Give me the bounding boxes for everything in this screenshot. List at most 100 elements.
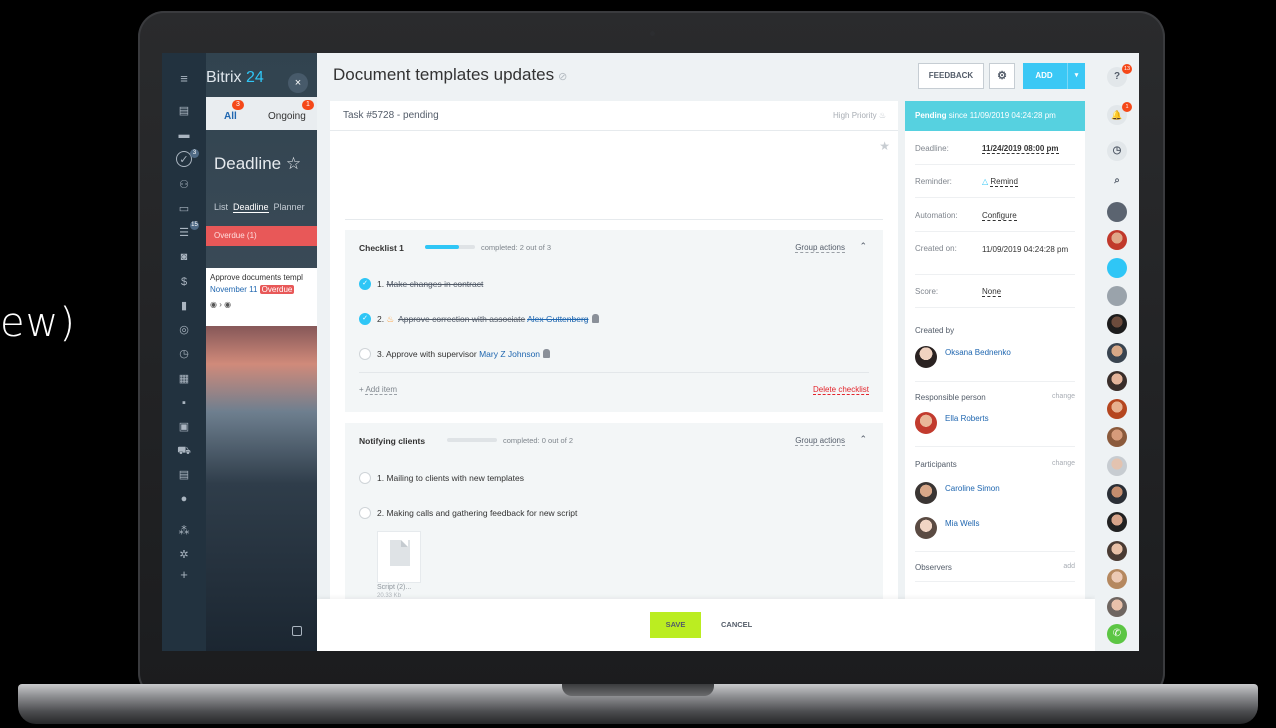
tab-planner[interactable]: Planner [274, 202, 305, 212]
checklist-name[interactable]: Checklist 1 [359, 243, 404, 253]
sites-icon[interactable]: ◎ [176, 322, 192, 338]
remind-link[interactable]: △ Remind [982, 177, 1018, 187]
avatar[interactable] [1107, 258, 1127, 278]
checklist-header: Notifying clients completed: 0 out of 2 … [345, 423, 883, 459]
analytics-icon[interactable]: ▮ [176, 298, 192, 314]
page-heading: Deadline ☆ [214, 154, 302, 173]
tab-deadline[interactable]: Deadline [233, 202, 269, 213]
printer-icon[interactable] [292, 626, 302, 636]
deadline-value[interactable]: 11/24/2019 08:00 pm [982, 144, 1059, 154]
priority-toggle[interactable]: High Priority ♨ [833, 101, 886, 131]
filter-tabs: 3 All 1 Ongoing [206, 97, 317, 130]
divider [915, 381, 1075, 382]
participant-name[interactable]: Caroline Simon [945, 484, 1000, 493]
participant[interactable]: Caroline Simon [915, 482, 1075, 504]
add-observer-link[interactable]: add [1063, 563, 1075, 570]
user-link[interactable]: Alex Guttenberg [527, 314, 588, 324]
divider [915, 197, 1075, 198]
avatar[interactable] [1107, 597, 1127, 617]
task-card-date: November 11 Overdue [210, 285, 295, 294]
menu-icon[interactable]: ≡ [176, 71, 192, 87]
checkbox-icon[interactable] [359, 507, 371, 519]
chat-icon[interactable]: ▬ [176, 127, 192, 143]
file-attachment[interactable] [377, 531, 421, 583]
drive-icon[interactable]: ◙ [176, 249, 192, 265]
chevron-down-icon[interactable]: ▾ [1067, 63, 1085, 89]
tab-ongoing[interactable]: Ongoing [268, 111, 306, 122]
file-name[interactable]: Script (2)... [377, 584, 411, 591]
responsible-name[interactable]: Ella Roberts [945, 414, 989, 423]
change-responsible-link[interactable]: change [1052, 393, 1075, 400]
bell-outline-icon: △ [982, 177, 989, 186]
checkbox-checked-icon[interactable]: ✓ [359, 313, 371, 325]
avatar[interactable] [1107, 456, 1127, 476]
creator[interactable]: Oksana Bednenko [915, 346, 1075, 368]
crm-icon[interactable]: $ [176, 274, 192, 290]
contact-center-icon[interactable]: ▦ [176, 371, 192, 387]
creator-name[interactable]: Oksana Bednenko [945, 348, 1011, 357]
task-card[interactable]: Approve documents templ November 11 Over… [206, 268, 317, 326]
avatar[interactable] [1107, 314, 1127, 334]
avatar[interactable] [1107, 371, 1127, 391]
participant[interactable]: Mia Wells [915, 517, 1075, 539]
marketing-icon[interactable]: ● [176, 491, 192, 507]
score-value[interactable]: None [982, 287, 1002, 297]
avatar[interactable] [1107, 202, 1127, 222]
avatar[interactable] [1107, 399, 1127, 419]
checklist-name[interactable]: Notifying clients [359, 436, 425, 446]
avatar[interactable] [1107, 512, 1127, 532]
automation-icon[interactable]: ⁂ [176, 523, 192, 539]
favorite-star-icon[interactable]: ★ [879, 139, 890, 153]
avatar[interactable] [1107, 569, 1127, 589]
collapse-chevron-icon[interactable]: ⌃ [859, 241, 867, 252]
clock-icon[interactable]: ◷ [1107, 141, 1127, 161]
tab-all[interactable]: All [224, 111, 237, 122]
feed-icon[interactable]: ▤ [176, 103, 192, 119]
avatar[interactable] [1107, 541, 1127, 561]
calendar-icon-2[interactable]: ▤ [176, 467, 192, 483]
flame-icon: ♨ [878, 111, 886, 120]
group-actions-link[interactable]: Group actions [795, 243, 845, 253]
add-icon[interactable]: + [176, 567, 192, 583]
task-slider: Document templates updates ⊘ FEEDBACK ⚙ A… [317, 53, 1095, 651]
delete-checklist-link[interactable]: Delete checklist [812, 385, 869, 395]
apps-icon[interactable]: ▪ [176, 395, 192, 411]
feedback-button[interactable]: FEEDBACK [918, 63, 984, 89]
divider [915, 274, 1075, 275]
avatar[interactable] [1107, 343, 1127, 363]
responsible[interactable]: Ella Roberts [915, 412, 1075, 434]
settings-button[interactable]: ⚙ [989, 63, 1015, 89]
checkbox-checked-icon[interactable]: ✓ [359, 278, 371, 290]
configure-link[interactable]: Configure [982, 211, 1017, 221]
avatar[interactable] [1107, 286, 1127, 306]
task-card-title: Approve documents templ [210, 273, 303, 282]
close-slider-button[interactable]: × [288, 73, 308, 93]
user-link[interactable]: Mary Z Johnson [479, 349, 540, 359]
save-button[interactable]: SAVE [650, 612, 701, 638]
store-icon[interactable]: ▣ [176, 419, 192, 435]
calendar-icon[interactable]: ▭ [176, 201, 192, 217]
settings-icon[interactable]: ✲ [176, 547, 192, 563]
cancel-button[interactable]: CANCEL [721, 612, 752, 638]
collapse-chevron-icon[interactable]: ⌃ [859, 434, 867, 445]
avatar[interactable] [1107, 230, 1127, 250]
change-participants-link[interactable]: change [1052, 460, 1075, 467]
group-actions-link[interactable]: Group actions [795, 436, 845, 446]
search-icon[interactable]: ⌕ [1107, 171, 1127, 191]
copy-link-icon[interactable]: ⊘ [558, 71, 567, 83]
checkbox-icon[interactable] [359, 348, 371, 360]
checklist-progress-text: completed: 0 out of 2 [503, 436, 574, 445]
time-icon[interactable]: ◷ [176, 346, 192, 362]
employees-icon[interactable]: ⚇ [176, 177, 192, 193]
checkbox-icon[interactable] [359, 472, 371, 484]
shop-icon[interactable]: ⛟ [176, 443, 192, 459]
phone-icon[interactable]: ✆ [1107, 624, 1127, 644]
add-button[interactable]: ADD ▾ [1023, 63, 1085, 89]
avatar[interactable] [1107, 484, 1127, 504]
participant-name[interactable]: Mia Wells [945, 519, 980, 528]
add-item-link[interactable]: + Add item [359, 385, 398, 395]
checklist-2: Notifying clients completed: 0 out of 2 … [345, 423, 883, 601]
tab-list[interactable]: List [214, 202, 228, 212]
filter-badge: 15 [190, 221, 199, 230]
avatar[interactable] [1107, 427, 1127, 447]
